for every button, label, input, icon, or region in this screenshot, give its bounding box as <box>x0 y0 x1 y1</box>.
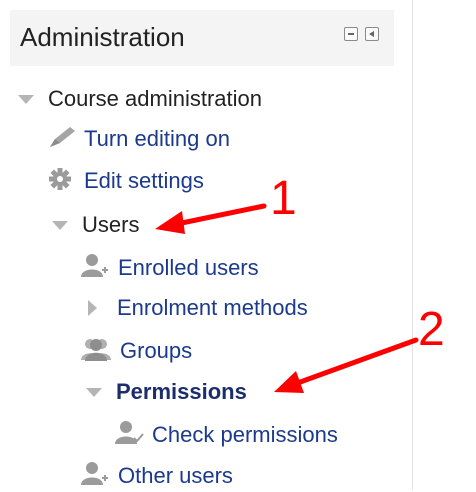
tree-item-course-administration[interactable]: Course administration <box>18 84 262 114</box>
tree-item-label[interactable]: Edit settings <box>84 166 204 196</box>
administration-block: Administration Course administration Tur… <box>0 0 396 490</box>
triangle-right-icon <box>88 300 97 316</box>
tree-item-label[interactable]: Permissions <box>116 377 247 407</box>
user-icon <box>80 253 112 284</box>
triangle-down-icon <box>18 94 34 104</box>
tree-item-label[interactable]: Enrolment methods <box>117 293 308 323</box>
dock-block-icon[interactable] <box>365 27 379 41</box>
tree-item-check-permissions[interactable]: Check permissions <box>114 420 338 450</box>
tree-item-edit-settings[interactable]: Edit settings <box>46 166 204 196</box>
tree-item-label[interactable]: Other users <box>118 461 233 491</box>
tree-item-groups[interactable]: Groups <box>80 336 192 366</box>
triangle-down-icon <box>86 387 102 397</box>
triangle-down-icon <box>52 220 68 230</box>
gear-icon <box>46 167 78 196</box>
block-header: Administration <box>10 10 394 66</box>
user-check-icon <box>114 420 146 451</box>
tree-item-label[interactable]: Enrolled users <box>118 253 259 283</box>
group-icon <box>80 336 114 367</box>
page-divider <box>412 0 413 490</box>
tree-item-permissions[interactable]: Permissions <box>86 377 247 407</box>
tree-item-other-users[interactable]: Other users <box>80 461 233 491</box>
annotation-number-2: 2 <box>418 303 445 356</box>
pencil-icon <box>46 125 78 154</box>
tree-item-label: Course administration <box>48 86 262 111</box>
tree-item-users[interactable]: Users <box>52 210 139 240</box>
tree-item-enrolled-users[interactable]: Enrolled users <box>80 253 259 283</box>
tree-item-turn-editing-on[interactable]: Turn editing on <box>46 124 230 154</box>
annotation-number-1: 1 <box>270 172 297 225</box>
tree-item-label[interactable]: Groups <box>120 336 192 366</box>
tree-item-label[interactable]: Check permissions <box>152 420 338 450</box>
user-icon <box>80 461 112 492</box>
block-title: Administration <box>20 22 185 52</box>
tree-item-enrolment-methods[interactable]: Enrolment methods <box>88 293 308 323</box>
tree-item-label: Users <box>82 212 140 237</box>
tree-item-label[interactable]: Turn editing on <box>84 124 230 154</box>
collapse-block-icon[interactable] <box>344 27 358 41</box>
